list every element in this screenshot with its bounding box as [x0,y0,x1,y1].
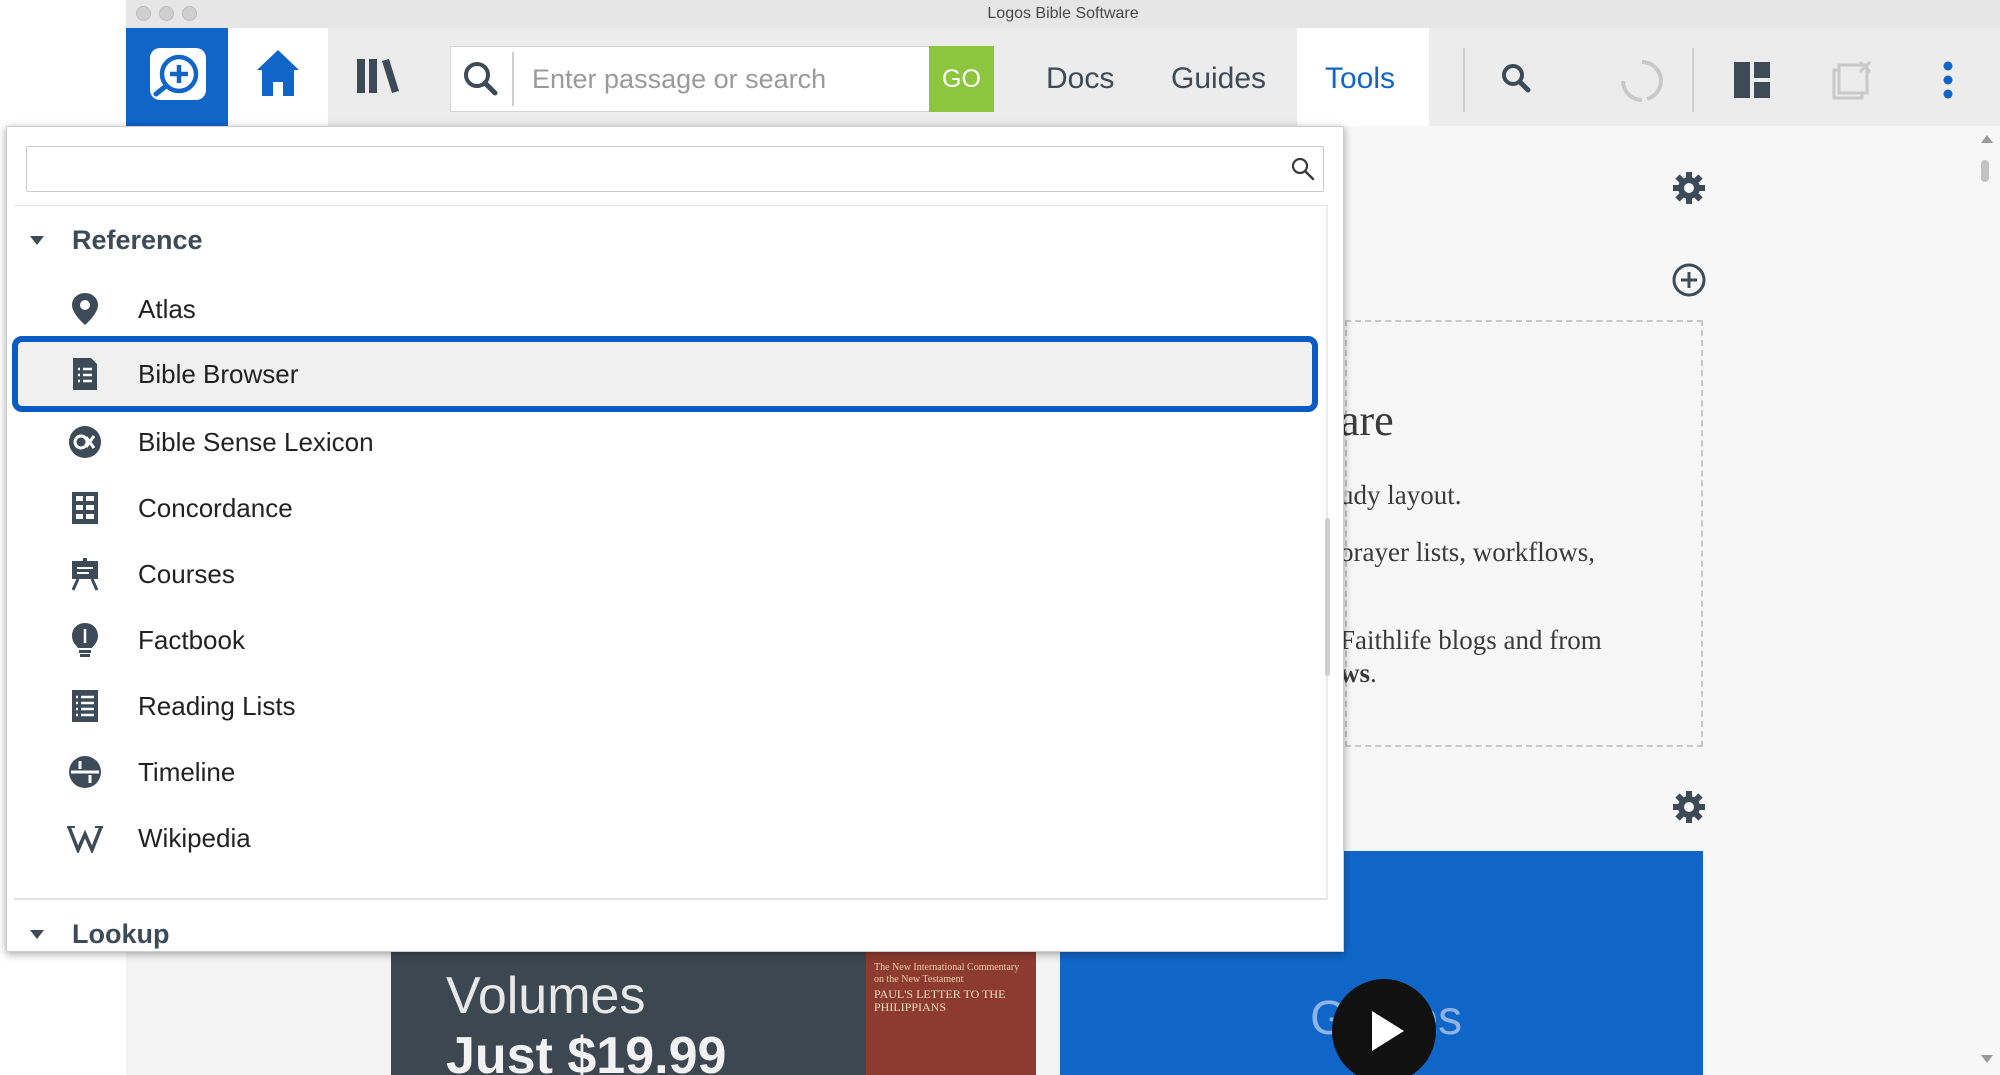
sync-icon[interactable] [1619,58,1665,104]
tool-item-courses[interactable]: Courses [14,541,1314,607]
global-search-icon[interactable] [1500,62,1534,96]
tool-item-bible-sense-lexicon[interactable]: Bible Sense Lexicon [14,409,1314,475]
tool-item-timeline[interactable]: Timeline [14,739,1314,805]
page-scroll-thumb[interactable] [1981,160,1989,182]
book-title: PAUL'S LETTER TO THE PHILIPPIANS [874,987,1006,1014]
library-button[interactable] [330,28,425,126]
more-options-icon[interactable] [1940,60,1956,100]
tab-guides[interactable]: Guides [1171,46,1266,112]
tool-item-reading-lists[interactable]: Reading Lists [14,673,1314,739]
timeline-icon [64,751,106,793]
tool-item-bible-browser[interactable]: Bible Browser [12,336,1318,412]
logos-logo-icon [150,48,206,100]
search-input[interactable] [520,47,925,111]
filter-search-icon [1291,157,1315,181]
toolbar-separator [1463,48,1465,112]
card-text-1: udy layout. [1340,480,1462,510]
dropdown-scroll-thumb[interactable] [1325,518,1330,676]
tool-item-label: Courses [138,558,235,589]
book-cover: The New International Commentary on the … [866,952,1036,1075]
add-card-icon[interactable] [1670,261,1708,299]
tool-item-wikipedia[interactable]: Wikipedia [14,805,1314,871]
logos-menu-button[interactable] [126,28,228,126]
scroll-down-icon[interactable] [1980,1054,1994,1064]
toolbar-separator-2 [1692,48,1694,112]
wikipedia-icon [64,817,106,859]
card-text-3: Faithlife blogs and from [1340,625,1602,655]
tool-item-label: Factbook [138,624,245,655]
tool-item-label: Bible Browser [138,358,299,389]
collapse-triangle-icon[interactable] [30,929,44,939]
promo-card[interactable]: Volumes Just $19.99 The New Internationa… [391,952,1036,1075]
bible-browser-icon [64,353,106,395]
tool-item-concordance[interactable]: Concordance [14,475,1314,541]
title-bar: Logos Bible Software [126,0,2000,29]
library-icon [357,59,399,93]
card-heading: are [1340,396,1394,445]
search-icon [464,62,498,96]
section-lookup-label: Lookup [72,918,170,949]
home-icon [257,50,299,96]
play-icon[interactable] [1332,979,1436,1075]
dropdown-divider [14,205,1326,206]
lexicon-icon [64,421,106,463]
close-panels-icon[interactable] [1830,60,1872,102]
welcome-card [1345,320,1703,747]
tab-tools-label: Tools [1325,62,1396,95]
tab-tools[interactable]: Tools [1297,28,1429,126]
tool-item-label: Concordance [138,492,293,523]
scroll-up-icon[interactable] [1980,134,1994,144]
settings-gear-icon[interactable] [1671,170,1707,206]
collapse-triangle-icon[interactable] [30,235,44,245]
card-text-2: orayer lists, workflows, [1340,537,1595,567]
card-text-4: ws. [1340,658,1377,689]
promo-line-2: Just $19.99 [446,1027,727,1075]
card-text-4-bold: ws [1340,658,1371,688]
courses-icon [64,553,106,595]
tab-docs[interactable]: Docs [1046,46,1114,112]
search-divider [512,52,514,106]
window-title: Logos Bible Software [987,5,1139,22]
concordance-icon [64,487,106,529]
page-scrollbar[interactable] [1972,126,2000,1075]
tool-item-label: Reading Lists [138,690,296,721]
reading-list-icon [64,685,106,727]
settings-gear-icon-2[interactable] [1671,789,1707,825]
book-series: The New International Commentary on the … [874,962,1020,985]
tool-item-label: Bible Sense Lexicon [138,426,374,457]
go-button[interactable]: GO [929,46,994,112]
section-reference[interactable]: Reference [22,220,203,260]
factbook-icon [64,619,106,661]
tools-filter-input[interactable] [30,148,1284,192]
promo-line-1: Volumes [446,967,646,1025]
layouts-icon[interactable] [1732,60,1772,100]
tool-item-factbook[interactable]: Factbook [14,607,1314,673]
card-text-4-end: . [1370,658,1377,688]
section-reference-label: Reference [72,224,203,255]
tool-item-atlas[interactable]: Atlas [14,276,1314,342]
tool-item-label: Wikipedia [138,822,251,853]
tool-item-label: Timeline [138,756,236,787]
tool-item-label: Atlas [138,293,196,324]
section-divider [14,898,1326,900]
section-lookup[interactable]: Lookup [22,914,169,954]
map-pin-icon [64,288,106,330]
home-button[interactable] [228,28,328,126]
